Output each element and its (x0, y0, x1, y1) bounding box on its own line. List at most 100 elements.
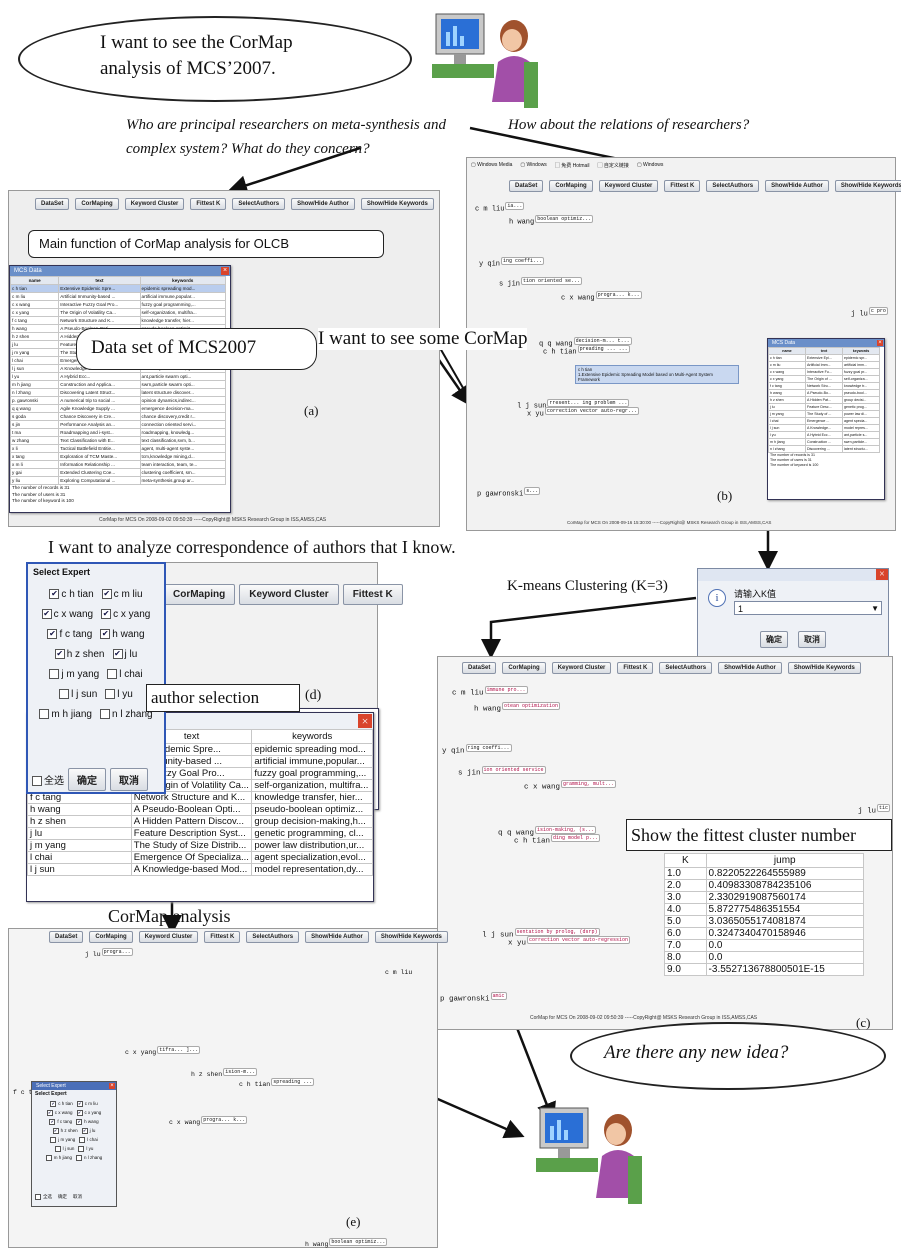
close-icon[interactable]: × (876, 569, 888, 580)
table-row[interactable]: l j sunA Knowledge-based Mod...model rep… (27, 863, 373, 876)
column-header[interactable]: keywords (139, 276, 227, 285)
expert-checkbox[interactable]: m h jiang (39, 709, 92, 720)
select-all-checkbox[interactable]: 全选 (35, 1194, 52, 1200)
table-row[interactable]: l yu A Hybrid Ecc... ant,particle swarm op… (9, 372, 227, 381)
expert-checkbox[interactable]: j m yang (50, 1137, 75, 1143)
column-header[interactable]: keywords (251, 729, 373, 744)
k-combobox[interactable]: 1 ▼ (734, 601, 882, 615)
expert-checkbox[interactable]: n l zhang (76, 1155, 102, 1161)
table-row[interactable]: s goda Chance Discovery in Cre... chance d… (9, 412, 227, 421)
table-row[interactable]: h z shen A Hidden Pat... group decisi... (768, 396, 880, 404)
expert-checkbox[interactable]: ✔ c h tian (49, 589, 94, 600)
expert-checkbox[interactable]: ✔ f c tang (49, 1119, 72, 1125)
table-row[interactable]: x tang Exploration of TCM Maste... tcm,kno… (9, 452, 227, 461)
table-row[interactable]: l chai Emergence ... agent specia... (768, 417, 880, 425)
column-header[interactable]: keywords (842, 347, 880, 355)
author-node[interactable]: s jin ion oriented service (458, 766, 546, 778)
table-row[interactable]: x m li Information Relationship ... team i… (9, 460, 227, 469)
k-ok-button[interactable]: 确定 (760, 631, 788, 648)
author-node[interactable]: j lu tic (858, 804, 891, 816)
expert-checkbox[interactable]: l j sun (54, 1146, 74, 1152)
select-all-checkbox[interactable]: 全选 (32, 772, 64, 787)
table-row[interactable]: 3.0 2.3302919087560174 (664, 891, 865, 904)
table-row[interactable]: j luFeature Description Syst...genetic p… (27, 827, 373, 840)
table-row[interactable]: 6.0 0.3247340470158946 (664, 927, 865, 940)
author-node[interactable]: y qin ing coeffi... (479, 257, 545, 268)
close-icon[interactable]: × (877, 340, 883, 346)
author-node[interactable]: h wang boolean optimiz... (305, 1238, 388, 1248)
select-ok-button[interactable]: 确定 (58, 1194, 67, 1200)
table-row[interactable]: n l zhang Discovering ... latent structu..… (768, 445, 880, 453)
author-node[interactable]: x yu correction vector auto-regression (508, 936, 631, 948)
expert-checkbox[interactable]: l yu (78, 1146, 93, 1152)
select-cancel-button[interactable]: 取消 (110, 768, 148, 791)
column-header[interactable]: name (768, 347, 806, 355)
expert-checkbox[interactable]: ✔ f c tang (47, 629, 92, 640)
author-node[interactable]: c x wang progra... k... (561, 291, 642, 302)
table-row[interactable]: y gai Extended Clustering Coe... clusterin… (9, 468, 227, 477)
expert-checkbox[interactable]: ✔ c x yang (76, 1110, 101, 1116)
table-row[interactable]: s jin Performance Analysis an... connectio… (9, 420, 227, 429)
author-node[interactable]: h wang boolean optimiz... (509, 215, 594, 226)
table-row[interactable]: n l zhang Discovering Latent Struct... lat… (9, 388, 227, 397)
expert-checkbox[interactable]: ✔ h wang (76, 1119, 99, 1125)
keyword-cluster-button[interactable]: Keyword Cluster (239, 584, 339, 605)
expert-checkbox[interactable]: l chai (79, 1137, 98, 1143)
expert-checkbox[interactable]: l chai (107, 669, 143, 680)
table-row[interactable]: l yu A Hybrid Ecc... ant,particle s... (768, 431, 880, 439)
close-icon[interactable]: × (109, 1083, 115, 1089)
cormaping-button[interactable]: CorMaping (163, 584, 236, 605)
table-row[interactable]: m h jiang Construction ... swrn,particle..… (768, 438, 880, 446)
dataset-button[interactable]: DataSet (35, 198, 70, 210)
table-row[interactable]: c h tian Extensive Epi... epidemic spr... (768, 354, 880, 362)
column-header[interactable]: text (805, 347, 843, 355)
table-row[interactable]: c x wang Interactive Fu... fuzzy goal pr..… (768, 368, 880, 376)
table-row[interactable]: l chaiEmergence Of Specializa...agent sp… (27, 851, 373, 864)
table-row[interactable]: 4.0 5.872775486351554 (664, 903, 865, 916)
table-row[interactable]: c h tian Extensive Epidemic Spre... epidem… (9, 284, 227, 293)
expert-checkbox[interactable]: ✔ h z shen (52, 1128, 78, 1134)
table-row[interactable]: j m yang The Study of ... power law di... (768, 410, 880, 418)
author-node[interactable]: c h tian preading ... ... (543, 345, 630, 356)
column-header[interactable]: text (58, 276, 141, 285)
expert-checkbox[interactable]: ✔ c x wang (46, 1110, 73, 1116)
select-authors-button[interactable]: SelectAuthors (232, 198, 286, 210)
table-row[interactable]: h wang A Pseudo-Bo... pseudo-bool... (768, 389, 880, 397)
author-node[interactable]: c h tian ding model p... (514, 834, 601, 846)
expert-checkbox[interactable]: ✔ c x yang (101, 609, 150, 620)
show-hide-author-button[interactable]: Show/Hide Author (291, 198, 355, 210)
expert-checkbox[interactable]: ✔ h wang (100, 629, 145, 640)
table-row[interactable]: y liu Exploring Computational ... meta-syn… (9, 476, 227, 485)
table-row[interactable]: c x wang Interactive Fuzzy Goal Pro... fuz… (9, 300, 227, 309)
table-row[interactable]: p. gawronski A numerical trip to social .… (9, 396, 227, 405)
table-row[interactable]: c x yang The Origin of ... self-organiza..… (768, 375, 880, 383)
table-row[interactable]: f c tang Network Structure and K... knowle… (9, 316, 227, 325)
author-node[interactable]: c m liu ia... (475, 202, 525, 213)
table-row[interactable]: 9.0 -3.552713678800501E-15 (664, 963, 865, 976)
cormaping-button[interactable]: CorMaping (75, 198, 119, 210)
expert-checkbox[interactable]: ✔ h z shen (54, 649, 105, 660)
expert-checkbox[interactable]: j m yang (49, 669, 99, 680)
table-row[interactable]: j m yangThe Study of Size Distrib...powe… (27, 839, 373, 852)
expert-checkbox[interactable]: m h jiang (45, 1155, 72, 1161)
column-header[interactable]: K (664, 853, 707, 868)
expert-checkbox[interactable]: n l zhang (99, 709, 153, 720)
author-node[interactable]: c x wang progra... k... (169, 1116, 248, 1126)
keyword-cluster-button[interactable]: Keyword Cluster (124, 198, 185, 210)
author-node[interactable]: c h tian spreading ... (239, 1078, 315, 1088)
table-row[interactable]: 1.0 0.8220522264555989 (664, 867, 865, 880)
author-node[interactable]: p gawronski amic (440, 992, 507, 1004)
table-row[interactable]: c x yangThe Origin of Volatility Ca...se… (9, 308, 227, 317)
table-row[interactable]: w zhang Text Classification with E... text… (9, 436, 227, 445)
author-node[interactable]: j lu progra... (85, 948, 133, 958)
author-node[interactable]: c x yang tifra... ]... (125, 1046, 201, 1056)
table-row[interactable]: 5.0 3.0365055174081874 (664, 915, 865, 928)
author-node[interactable]: c x wang gramming, mult... (524, 780, 617, 792)
table-row[interactable]: 8.0 0.0 (664, 951, 865, 964)
k-cancel-button[interactable]: 取消 (798, 631, 826, 648)
table-row[interactable]: 2.0 0.40983308784235106 (664, 879, 865, 892)
column-header[interactable]: name (9, 276, 60, 285)
table-row[interactable]: l j sun A Knowledge... model repres... (768, 424, 880, 432)
author-node[interactable]: h wang otean optimization (474, 702, 561, 714)
author-node[interactable]: c m liu (385, 969, 412, 976)
